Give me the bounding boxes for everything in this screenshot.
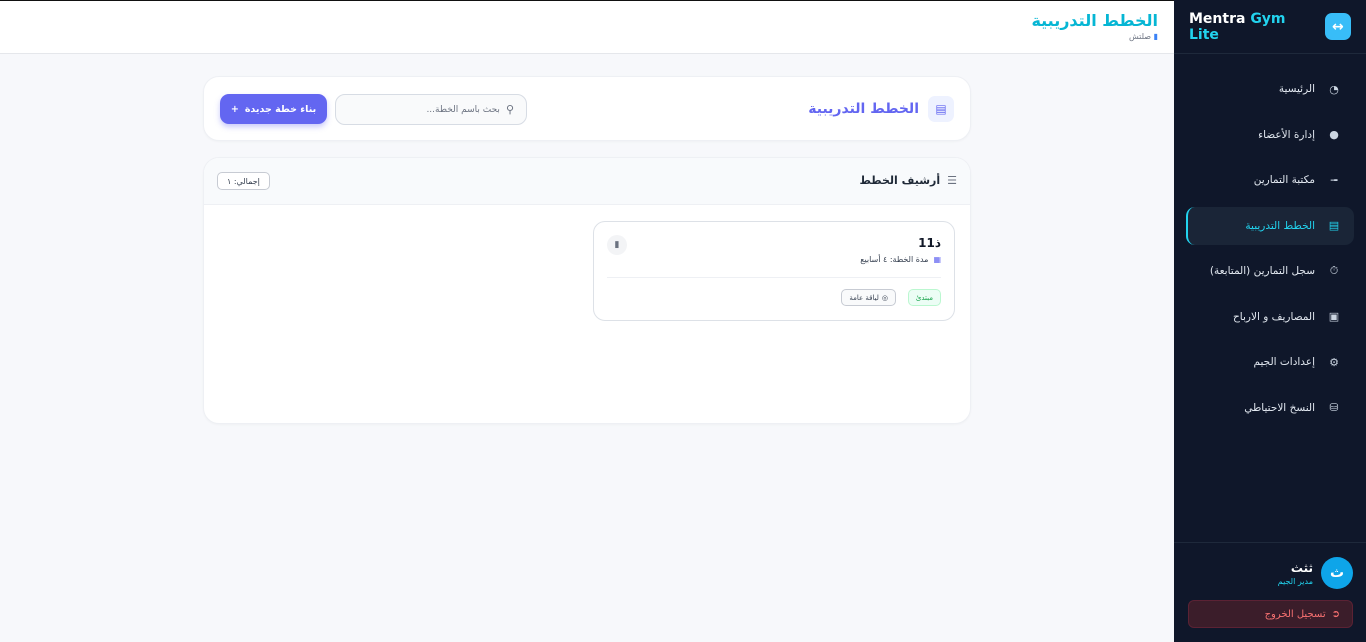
logout-icon: ➲ [1331, 608, 1340, 620]
database-icon: ⛁ [1329, 401, 1339, 414]
divider [607, 277, 941, 278]
plans-archive-card: ☰ أرشيف الخطط إجمالي: ١ ذ11 ▦ مدة الخطة:… [203, 157, 971, 424]
building-icon: ▮ [1153, 32, 1158, 41]
plan-name: ذ11 [918, 236, 941, 250]
user-profile: ث ثثث مدير الجيم [1174, 543, 1366, 589]
stopwatch-icon: ⏱ [1329, 264, 1339, 277]
sidebar-item-label: الخطط التدريبية [1245, 219, 1315, 232]
section-title: ▤ الخطط التدريبية [808, 96, 954, 122]
clipboard-icon: ▤ [1328, 219, 1340, 232]
plan-duration: ▦ مدة الخطة: ٤ أسابيع [860, 255, 941, 264]
sidebar-footer: ث ثثث مدير الجيم ➲ تسجيل الخروج [1174, 542, 1366, 642]
sidebar-item-settings[interactable]: ⚙ إعدادات الجيم [1186, 343, 1354, 381]
sidebar-item-finance[interactable]: ▣ المصاريف و الارباح [1186, 298, 1354, 336]
delete-plan-button[interactable]: ▮ [607, 235, 627, 255]
sidebar-item-label: الرئيسية [1278, 83, 1315, 95]
goal-badge: ◎ لياقة عامة [841, 289, 896, 306]
sidebar-item-exercises[interactable]: ╼ مكتبة التمارين [1186, 161, 1354, 199]
archive-title-text: أرشيف الخطط [859, 174, 941, 187]
page-heading: الخطط التدريبية ▮ صلتش [1031, 11, 1158, 41]
brand-main: Mentra [1189, 10, 1246, 27]
dumbbell-logo-icon: ↔ [1324, 13, 1351, 40]
avatar: ث [1321, 557, 1353, 589]
sidebar-item-workout-log[interactable]: ⏱ سجل التمارين (المتابعة) [1186, 252, 1354, 290]
user-name: ثثث [1290, 560, 1313, 575]
search-icon: ⚲ [505, 103, 514, 116]
gear-icon: ⚙ [1329, 355, 1339, 369]
total-badge: إجمالي: ١ [217, 172, 270, 190]
plans-header-card: ▤ الخطط التدريبية ⚲ بناء خطة جديدة + [203, 76, 971, 141]
sidebar-item-label: سجل التمارين (المتابعة) [1209, 265, 1315, 277]
page-subtitle: ▮ صلتش [1031, 32, 1158, 41]
target-icon: ◎ [881, 293, 888, 302]
plan-card[interactable]: ذ11 ▦ مدة الخطة: ٤ أسابيع ▮ مبتدئ ◎ لياق… [593, 221, 955, 321]
top-bar: الخطط التدريبية ▮ صلتش [0, 0, 1174, 54]
trash-icon: ▮ [614, 240, 620, 250]
sidebar-item-home[interactable]: ◔ الرئيسية [1186, 70, 1354, 108]
brand-name: Mentra Gym Lite [1189, 11, 1317, 43]
sidebar-item-label: المصاريف و الارباح [1233, 310, 1315, 323]
search-box: ⚲ [335, 94, 527, 125]
new-plan-button[interactable]: بناء خطة جديدة + [220, 94, 327, 124]
wallet-icon: ▣ [1328, 310, 1340, 323]
section-title-text: الخطط التدريبية [808, 101, 919, 117]
gym-name: صلتش [1128, 32, 1152, 41]
layers-icon: ☰ [947, 174, 957, 187]
sidebar-item-backup[interactable]: ⛁ النسخ الاحتياطي [1186, 389, 1354, 427]
sidebar-item-label: النسخ الاحتياطي [1244, 401, 1315, 414]
calendar-icon: ▦ [933, 255, 941, 264]
users-icon: ● [1329, 128, 1339, 141]
pie-chart-icon: ◔ [1329, 82, 1339, 96]
plus-icon: + [230, 103, 239, 115]
clipboard-icon: ▤ [928, 96, 954, 122]
sidebar: ↔ Mentra Gym Lite ◔ الرئيسية ● إدارة الأ… [1174, 0, 1366, 642]
search-input[interactable] [349, 104, 500, 115]
level-badge: مبتدئ [907, 289, 941, 306]
dumbbell-icon: ╼ [1330, 173, 1338, 187]
archive-title: ☰ أرشيف الخطط [859, 174, 957, 187]
sidebar-nav: ◔ الرئيسية ● إدارة الأعضاء ╼ مكتبة التما… [1174, 54, 1366, 427]
sidebar-item-plans[interactable]: ▤ الخطط التدريبية [1186, 206, 1354, 245]
archive-header: ☰ أرشيف الخطط إجمالي: ١ [204, 158, 970, 205]
plan-duration-text: مدة الخطة: ٤ أسابيع [860, 255, 929, 264]
sidebar-item-label: مكتبة التمارين [1253, 174, 1315, 186]
logout-button[interactable]: ➲ تسجيل الخروج [1188, 600, 1353, 628]
user-role: مدير الجيم [1277, 576, 1313, 586]
new-plan-button-label: بناء خطة جديدة [244, 103, 317, 115]
sidebar-item-label: إعدادات الجيم [1253, 356, 1315, 368]
logout-label: تسجيل الخروج [1264, 608, 1326, 620]
goal-badge-text: لياقة عامة [849, 293, 879, 302]
sidebar-item-members[interactable]: ● إدارة الأعضاء [1186, 116, 1354, 154]
brand: ↔ Mentra Gym Lite [1174, 0, 1366, 54]
sidebar-item-label: إدارة الأعضاء [1258, 128, 1315, 141]
page-title: الخطط التدريبية [1031, 11, 1158, 30]
